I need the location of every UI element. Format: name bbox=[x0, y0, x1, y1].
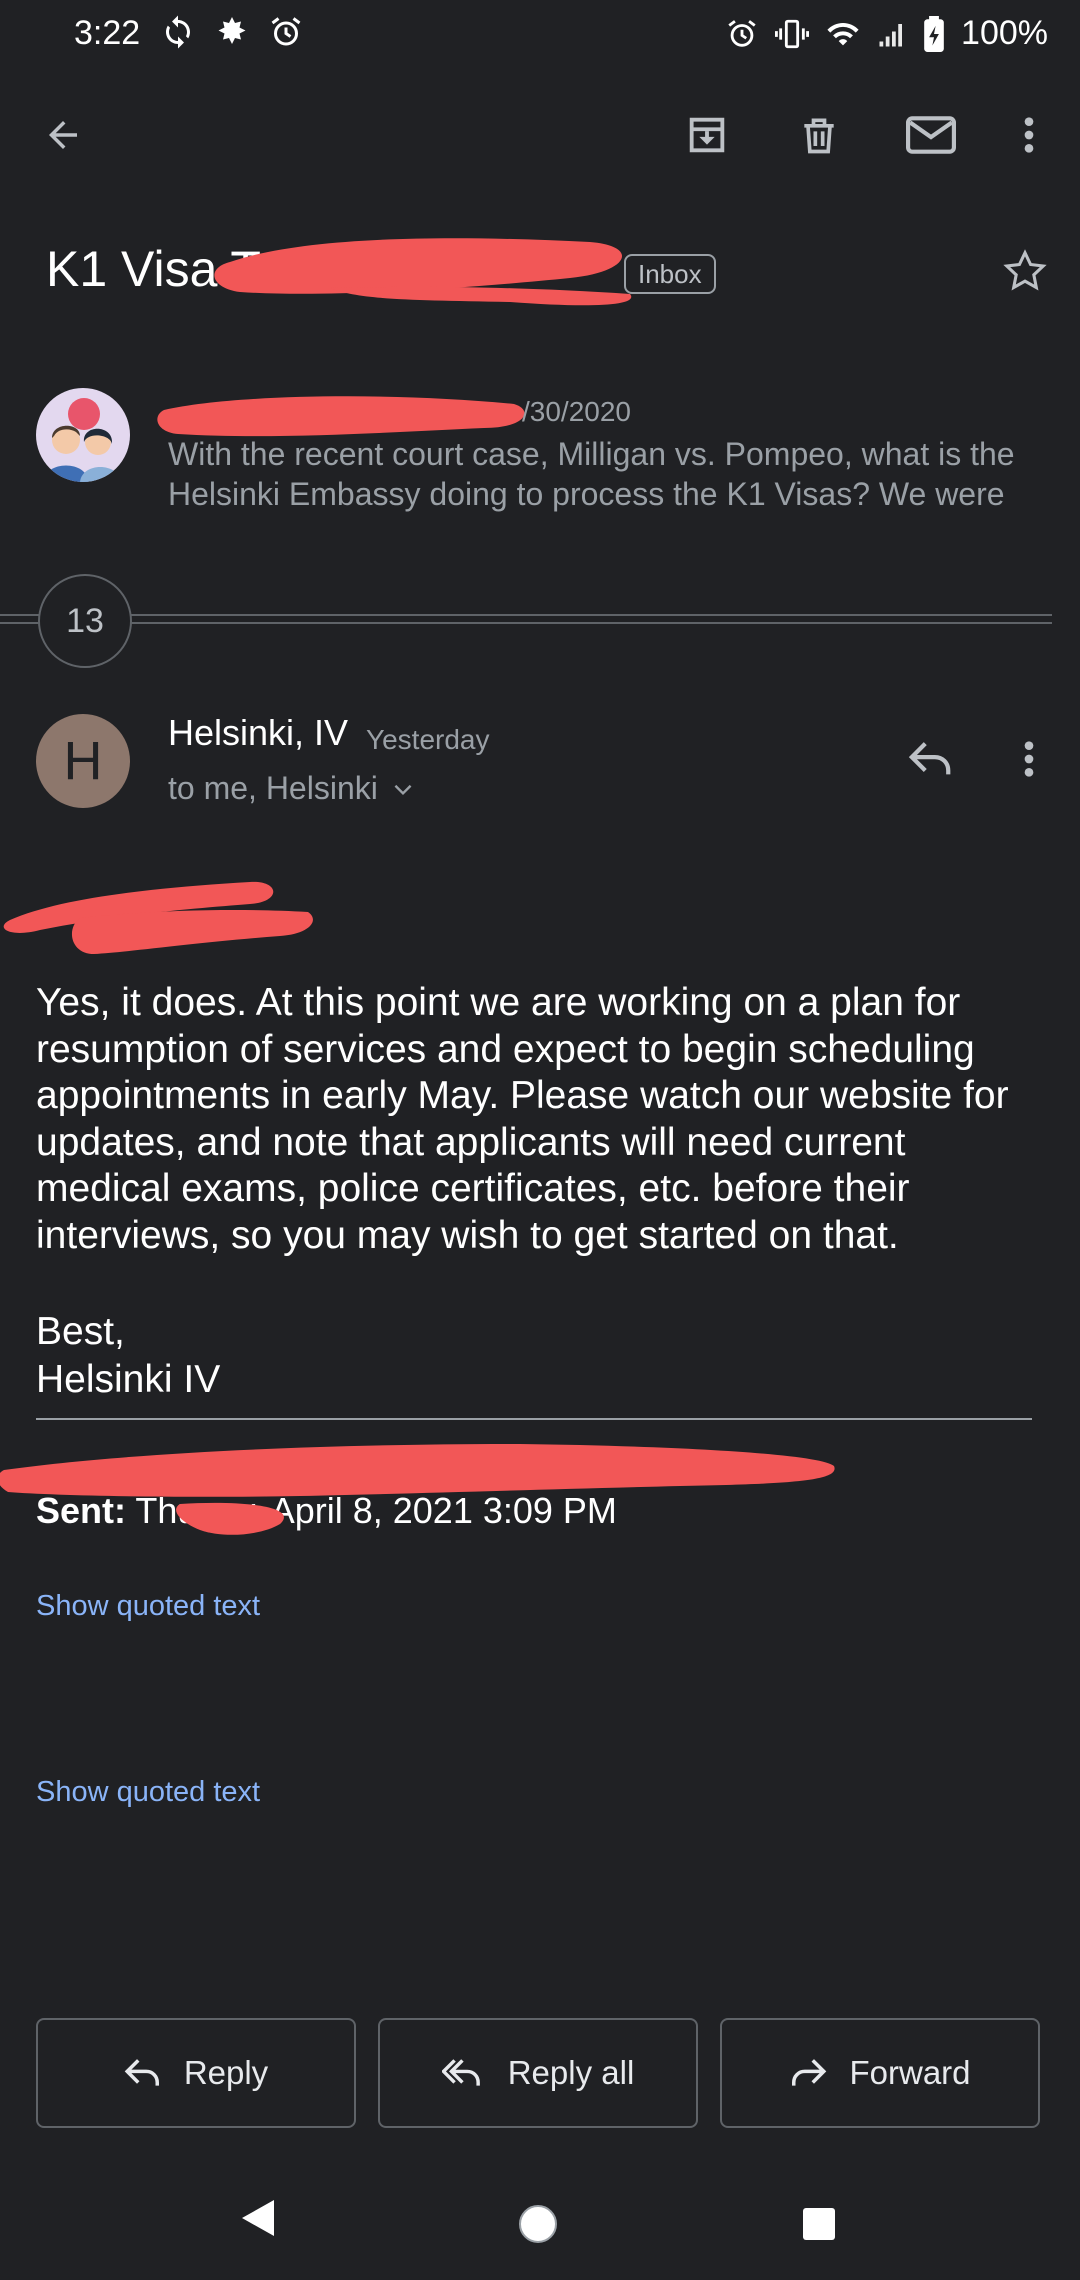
reply-label: Reply bbox=[183, 2054, 269, 2091]
collapsed-message-date: /30/2020 bbox=[522, 396, 631, 427]
nav-back-icon[interactable] bbox=[238, 2196, 278, 2240]
status-icons-right: 100% bbox=[725, 14, 1048, 53]
alarm-icon bbox=[728, 19, 756, 47]
battery-percent: 100% bbox=[961, 14, 1048, 52]
quote-divider bbox=[36, 1418, 1032, 1420]
battery-charging-icon bbox=[924, 15, 944, 52]
collapsed-messages-count[interactable]: 13 bbox=[38, 574, 132, 668]
collapsed-message-preview[interactable]: With the recent court case, Milligan vs.… bbox=[168, 434, 1048, 514]
mark-unread-button[interactable] bbox=[896, 100, 966, 170]
sender-avatar[interactable]: H bbox=[36, 714, 130, 808]
star-button[interactable] bbox=[990, 236, 1060, 306]
message-body: Yes, it does. At this point we are worki… bbox=[36, 981, 1009, 1257]
nav-home-icon[interactable] bbox=[516, 2202, 560, 2246]
reply-all-icon bbox=[441, 2059, 480, 2086]
forward-button[interactable]: Forward bbox=[720, 2018, 1040, 2128]
chevron-down-icon bbox=[394, 784, 412, 795]
wifi-icon bbox=[827, 22, 859, 45]
leaf-icon bbox=[218, 17, 246, 44]
back-arrow-icon bbox=[49, 121, 77, 149]
show-quoted-text-link[interactable]: Show quoted text bbox=[36, 1590, 260, 1623]
more-vert-icon bbox=[1024, 117, 1034, 153]
sender-avatar-photo[interactable] bbox=[36, 388, 130, 482]
redaction-mark bbox=[0, 1444, 835, 1535]
recipients-text: to me, Helsinki bbox=[168, 770, 378, 806]
collapsed-thread-divider bbox=[0, 614, 1052, 624]
sender-name: Helsinki, IV bbox=[168, 712, 349, 753]
star-icon bbox=[1003, 249, 1047, 291]
back-button[interactable] bbox=[28, 100, 98, 170]
nav-recents-icon[interactable] bbox=[801, 2206, 837, 2242]
signal-icon bbox=[879, 23, 903, 46]
sync-icon bbox=[165, 15, 191, 49]
reply-icon bbox=[124, 2059, 159, 2086]
delete-button[interactable] bbox=[784, 100, 854, 170]
more-vert-icon bbox=[1024, 741, 1034, 777]
status-icons-left bbox=[160, 14, 304, 50]
archive-icon bbox=[689, 117, 725, 153]
archive-button[interactable] bbox=[672, 100, 742, 170]
sign-off: Best, bbox=[36, 1310, 125, 1353]
alarm-icon bbox=[271, 17, 301, 46]
redaction-mark bbox=[3, 881, 313, 954]
forward-label: Forward bbox=[849, 2054, 971, 2091]
mail-icon bbox=[906, 116, 956, 154]
redaction-mark bbox=[214, 238, 632, 306]
trash-icon bbox=[804, 118, 834, 154]
signature: Helsinki IV bbox=[36, 1358, 221, 1401]
message-time: Yesterday bbox=[366, 724, 490, 755]
reply-all-button[interactable]: Reply all bbox=[378, 2018, 698, 2128]
reply-button[interactable]: Reply bbox=[36, 2018, 356, 2128]
show-quoted-text-link[interactable]: Show quoted text bbox=[36, 1776, 260, 1809]
reply-icon bbox=[908, 742, 951, 775]
recipients-toggle[interactable]: to me, Helsinki bbox=[168, 770, 416, 807]
inbox-label-chip[interactable]: Inbox bbox=[624, 254, 716, 294]
reply-all-label: Reply all bbox=[507, 2054, 635, 2091]
more-options-button[interactable] bbox=[994, 100, 1064, 170]
couple-photo-avatar bbox=[36, 388, 130, 482]
reply-icon-button[interactable] bbox=[896, 724, 966, 794]
vibrate-icon bbox=[775, 19, 810, 48]
forward-icon bbox=[792, 2059, 827, 2086]
status-time: 3:22 bbox=[74, 14, 141, 52]
message-more-button[interactable] bbox=[994, 724, 1064, 794]
